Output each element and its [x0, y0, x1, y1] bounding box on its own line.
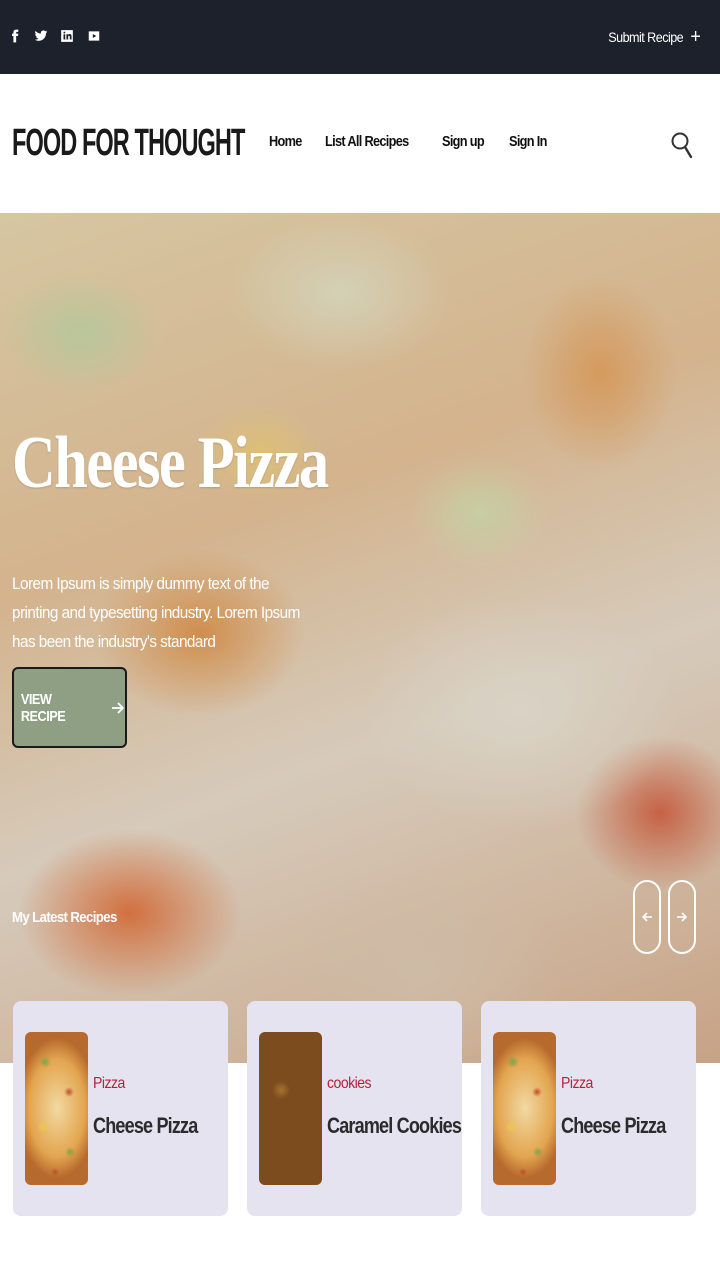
- submit-recipe-button[interactable]: Submit Recipe +: [607, 26, 701, 48]
- arrow-right-icon: [112, 701, 125, 714]
- recipe-name[interactable]: Cheese Pizza: [93, 1113, 198, 1139]
- cookies-image: [259, 1032, 322, 1185]
- youtube-icon[interactable]: [86, 27, 102, 45]
- recipe-category[interactable]: cookies: [327, 1075, 372, 1093]
- arrow-left-icon: [641, 912, 652, 922]
- recipe-card[interactable]: cookies Caramel Cookies: [247, 1001, 462, 1216]
- recipe-card[interactable]: Pizza Cheese Pizza: [13, 1001, 228, 1216]
- recipe-card[interactable]: Pizza Cheese Pizza: [481, 1001, 696, 1216]
- latest-recipes-heading: My Latest Recipes: [12, 909, 117, 926]
- nav-list-all-recipes[interactable]: List All Recipes: [325, 133, 409, 150]
- site-logo[interactable]: FOOD FOR THOUGHT: [12, 122, 245, 165]
- facebook-icon[interactable]: [7, 27, 23, 45]
- submit-recipe-label: Submit Recipe: [607, 29, 683, 45]
- pizza-image: [25, 1032, 88, 1185]
- recipe-name[interactable]: Cheese Pizza: [561, 1113, 666, 1139]
- recipe-name[interactable]: Caramel Cookies: [327, 1113, 462, 1139]
- recipe-category[interactable]: Pizza: [561, 1075, 593, 1093]
- nav-sign-up[interactable]: Sign up: [442, 133, 485, 150]
- view-recipe-button[interactable]: VIEW RECIPE: [12, 667, 127, 748]
- plus-icon: +: [690, 26, 701, 48]
- nav-sign-in[interactable]: Sign In: [509, 133, 547, 150]
- header: FOOD FOR THOUGHT Home List All Recipes S…: [0, 74, 720, 213]
- carousel-next-button[interactable]: [668, 880, 696, 954]
- linkedin-icon[interactable]: [59, 27, 75, 45]
- arrow-right-icon: [677, 912, 688, 922]
- search-icon[interactable]: [670, 126, 694, 164]
- hero-description: Lorem Ipsum is simply dummy text of the …: [12, 574, 300, 651]
- hero-banner: Cheese Pizza Lorem Ipsum is simply dummy…: [0, 213, 720, 1063]
- view-recipe-label: VIEW RECIPE: [20, 690, 66, 725]
- top-bar: Submit Recipe +: [0, 0, 720, 74]
- main-nav: Home List All Recipes Sign up Sign In: [269, 133, 554, 150]
- nav-home[interactable]: Home: [269, 133, 302, 150]
- twitter-icon[interactable]: [33, 27, 49, 45]
- carousel-prev-button[interactable]: [633, 880, 661, 954]
- hero-title: Cheese Pizza: [12, 422, 329, 504]
- recipe-category[interactable]: Pizza: [93, 1075, 125, 1093]
- pizza-image: [493, 1032, 556, 1185]
